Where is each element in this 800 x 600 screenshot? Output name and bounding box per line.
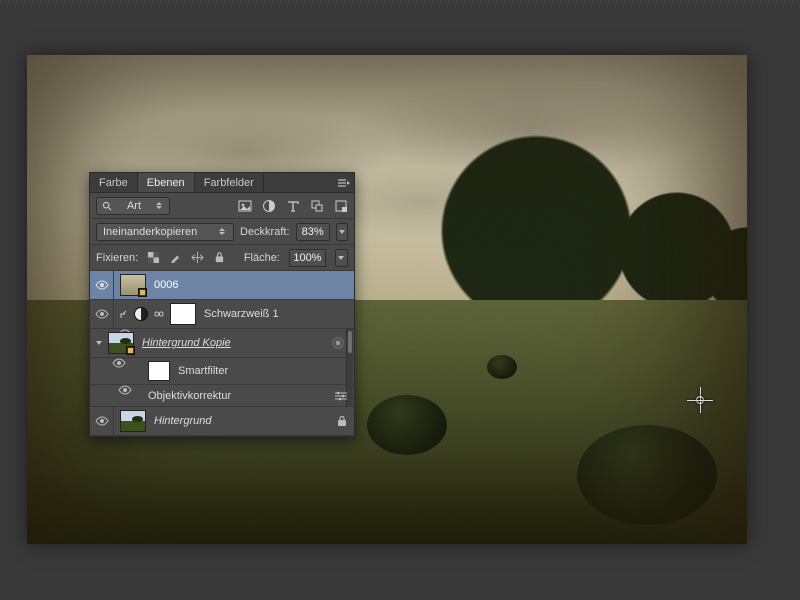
fill-dropdown[interactable] — [335, 249, 348, 267]
lock-fill-row: Fixieren: Fläche: 100% — [90, 245, 354, 271]
filter-adjustment-icon[interactable] — [262, 199, 276, 213]
layer-mask-thumbnail[interactable] — [170, 303, 196, 325]
blend-mode-select[interactable]: Ineinanderkopieren — [96, 223, 234, 241]
fill-label: Fläche: — [244, 252, 280, 264]
layer-filter-kind-select[interactable]: Art — [96, 197, 170, 215]
search-icon — [102, 201, 112, 211]
lock-label: Fixieren: — [96, 252, 138, 264]
visibility-toggle[interactable] — [95, 416, 109, 426]
lock-all-icon[interactable] — [213, 251, 226, 265]
layer-row-lens-correction[interactable]: Objektivkorrektur — [90, 385, 354, 407]
visibility-toggle[interactable] — [118, 385, 132, 395]
filter-pixel-icon[interactable] — [238, 199, 252, 213]
fill-value[interactable]: 100% — [289, 249, 326, 267]
layer-row-bg-copy[interactable]: Hintergrund Kopie — [90, 329, 354, 358]
adjustment-bw-icon[interactable] — [134, 307, 148, 321]
filter-mask-thumbnail[interactable] — [148, 361, 170, 381]
tab-swatches[interactable]: Farbfelder — [195, 173, 264, 192]
opacity-dropdown[interactable] — [336, 223, 348, 241]
blend-mode-value: Ineinanderkopieren — [103, 226, 197, 238]
panel-flyout-menu[interactable] — [334, 178, 354, 188]
lock-transparency-icon[interactable] — [147, 251, 160, 265]
blend-opacity-row: Ineinanderkopieren Deckkraft: 83% — [90, 219, 354, 245]
layer-thumbnail[interactable] — [108, 332, 134, 354]
layer-thumbnail[interactable] — [120, 274, 146, 296]
ruler-top — [0, 0, 800, 3]
filter-visibility-icon[interactable] — [332, 337, 344, 349]
tab-color[interactable]: Farbe — [90, 173, 138, 192]
lock-icon — [336, 415, 348, 427]
layers-list: 0006 Schwarzweiß 1 Hintergrund Kopie — [90, 271, 354, 436]
cursor-crosshair — [687, 387, 713, 413]
lock-position-icon[interactable] — [191, 251, 204, 265]
layer-thumbnail[interactable] — [120, 410, 146, 432]
layer-row-bw-adjustment[interactable]: Schwarzweiß 1 — [90, 300, 354, 329]
layer-name[interactable]: Hintergrund Kopie — [142, 337, 332, 349]
layer-row-background[interactable]: Hintergrund — [90, 407, 354, 436]
layers-panel: Farbe Ebenen Farbfelder Art Ineinanderko… — [89, 172, 355, 437]
filter-type-icon[interactable] — [286, 199, 300, 213]
opacity-value[interactable]: 83% — [296, 223, 330, 241]
layer-row-texture[interactable]: 0006 — [90, 271, 354, 300]
expand-toggle-icon[interactable] — [96, 341, 102, 345]
smartfilter-label: Smartfilter — [178, 365, 348, 377]
mask-link-icon[interactable] — [154, 309, 164, 319]
panel-tabbar: Farbe Ebenen Farbfelder — [90, 173, 354, 193]
layer-filter-toolbar: Art — [90, 193, 354, 219]
layer-name[interactable]: 0006 — [154, 279, 348, 291]
tab-layers[interactable]: Ebenen — [138, 173, 195, 192]
clip-indicator-icon — [120, 309, 130, 319]
visibility-toggle[interactable] — [95, 309, 109, 319]
layer-row-smartfilter-header[interactable]: Smartfilter — [90, 358, 354, 385]
filter-options-icon[interactable] — [334, 391, 348, 401]
visibility-toggle[interactable] — [95, 280, 109, 290]
layer-name[interactable]: Schwarzweiß 1 — [204, 308, 348, 320]
filter-smartobject-icon[interactable] — [334, 199, 348, 213]
visibility-toggle[interactable] — [112, 358, 126, 368]
filter-shape-icon[interactable] — [310, 199, 324, 213]
lock-pixels-icon[interactable] — [169, 251, 182, 265]
layer-name[interactable]: Hintergrund — [154, 415, 336, 427]
filter-kind-label: Art — [127, 200, 141, 212]
filter-name[interactable]: Objektivkorrektur — [148, 390, 334, 402]
opacity-label: Deckkraft: — [240, 226, 290, 238]
